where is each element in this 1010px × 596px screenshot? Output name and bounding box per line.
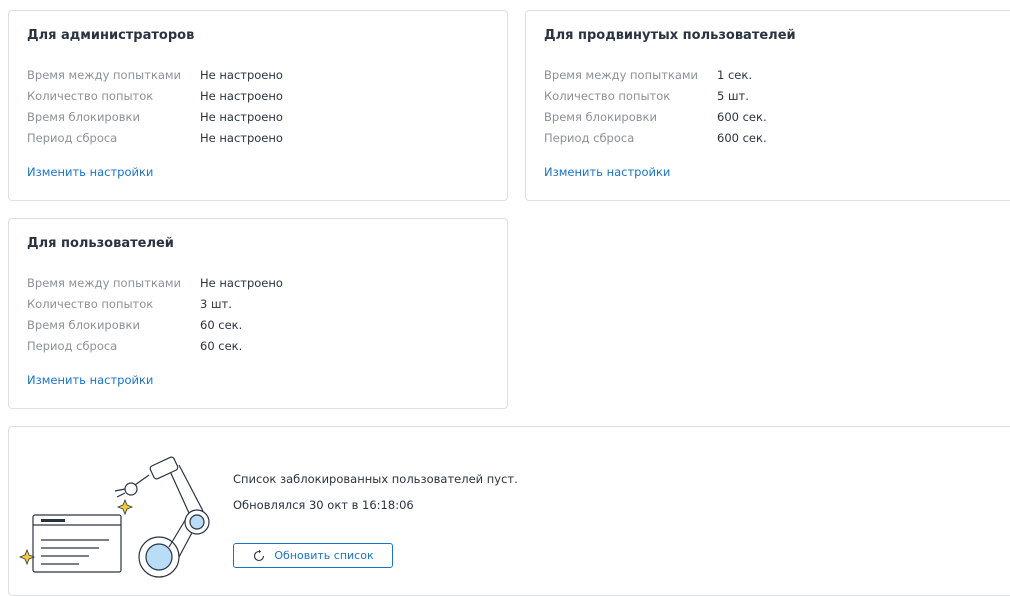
setting-label: Период сброса	[27, 131, 118, 145]
setting-value: 60 сек.	[200, 339, 243, 353]
setting-row: Количество попыток 5 шт.	[544, 86, 1004, 106]
sparkle-icon	[116, 498, 134, 516]
setting-value: Не настроено	[200, 110, 283, 124]
robot-arm-illustration	[19, 456, 210, 578]
setting-row: Период сброса Не настроено	[27, 128, 487, 148]
setting-row: Количество попыток Не настроено	[27, 86, 487, 106]
setting-value: 3 шт.	[200, 297, 232, 311]
setting-label: Количество попыток	[27, 297, 154, 311]
card-admins: Для администраторов Время между попыткам…	[8, 10, 508, 201]
card-title: Для продвинутых пользователей	[544, 28, 796, 43]
edit-settings-link[interactable]: Изменить настройки	[27, 373, 153, 387]
refresh-list-button[interactable]: Обновить список	[233, 543, 393, 568]
card-users: Для пользователей Время между попытками …	[8, 218, 508, 409]
setting-label: Количество попыток	[27, 89, 154, 103]
setting-value: 600 сек.	[717, 131, 767, 145]
blocked-users-panel: Список заблокированных пользователей пус…	[8, 426, 1010, 596]
edit-settings-link[interactable]: Изменить настройки	[27, 165, 153, 179]
empty-state-text: Список заблокированных пользователей пус…	[233, 472, 518, 486]
setting-label: Время между попытками	[27, 276, 182, 290]
window-illustration-icon	[32, 514, 122, 573]
setting-row: Период сброса 600 сек.	[544, 128, 1004, 148]
setting-value: Не настроено	[200, 131, 283, 145]
setting-row: Время между попытками 1 сек.	[544, 65, 1004, 85]
setting-value: Не настроено	[200, 89, 283, 103]
card-title: Для администраторов	[27, 28, 195, 43]
edit-settings-link[interactable]: Изменить настройки	[544, 165, 670, 179]
setting-value: Не настроено	[200, 68, 283, 82]
setting-label: Период сброса	[27, 339, 118, 353]
setting-value: 600 сек.	[717, 110, 767, 124]
last-updated-text: Обновлялся 30 окт в 16:18:06	[233, 498, 414, 512]
setting-value: 5 шт.	[717, 89, 749, 103]
refresh-icon	[254, 549, 265, 561]
setting-row: Период сброса 60 сек.	[27, 336, 487, 356]
setting-label: Время между попытками	[544, 68, 699, 82]
setting-row: Количество попыток 3 шт.	[27, 294, 487, 314]
card-advanced-users: Для продвинутых пользователей Время межд…	[525, 10, 1010, 201]
setting-row: Время блокировки 60 сек.	[27, 315, 487, 335]
setting-label: Время блокировки	[27, 110, 140, 124]
robot-arm-icon	[114, 456, 210, 578]
sparkle-icon	[19, 548, 36, 566]
setting-label: Период сброса	[544, 131, 635, 145]
setting-label: Время блокировки	[27, 318, 140, 332]
setting-value: 60 сек.	[200, 318, 243, 332]
setting-value: Не настроено	[200, 276, 283, 290]
setting-row: Время блокировки Не настроено	[27, 107, 487, 127]
setting-value: 1 сек.	[717, 68, 752, 82]
card-title: Для пользователей	[27, 236, 174, 251]
setting-row: Время блокировки 600 сек.	[544, 107, 1004, 127]
refresh-button-label: Обновить список	[274, 549, 374, 562]
setting-row: Время между попытками Не настроено	[27, 65, 487, 85]
setting-label: Время блокировки	[544, 110, 657, 124]
setting-row: Время между попытками Не настроено	[27, 273, 487, 293]
setting-label: Время между попытками	[27, 68, 182, 82]
setting-label: Количество попыток	[544, 89, 671, 103]
